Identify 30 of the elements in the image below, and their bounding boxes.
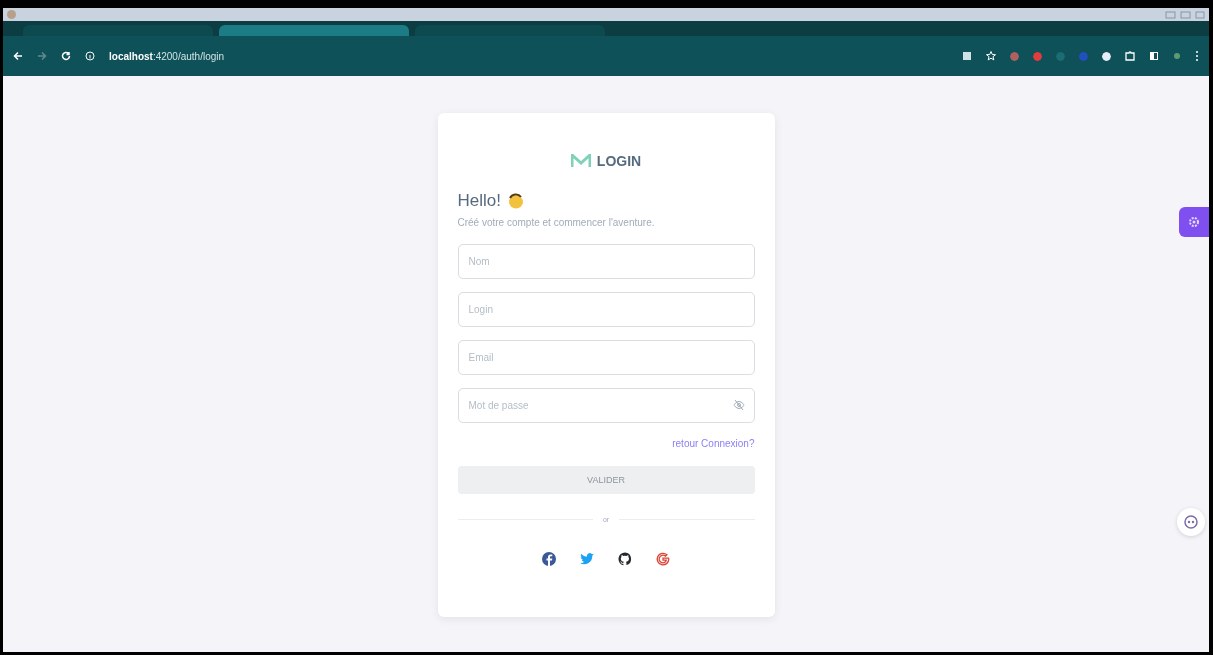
browser-icon [7,10,16,19]
input-field[interactable]: Login [457,292,755,327]
settings-button[interactable] [1179,207,1209,237]
heading: Hello! [457,191,501,211]
facebook-icon[interactable] [541,551,557,567]
input-field[interactable]: Email [457,340,755,375]
chat-button[interactable] [1177,508,1205,536]
extension-icon[interactable] [1102,51,1111,61]
twitter-icon[interactable] [579,551,595,567]
forward-icon[interactable] [37,51,47,61]
back-to-login-link[interactable]: retour Connexion? [672,438,755,449]
logo-icon [570,154,591,168]
github-icon[interactable] [617,551,633,567]
chat-bot-icon [1184,515,1198,529]
subtitle: Créé votre compte et commencer l'aventure. [457,217,656,228]
logo-text: LOGIN [596,153,642,169]
reload-icon[interactable] [61,51,71,61]
window-controls-icon [1165,10,1205,19]
sidebar-icon[interactable] [1149,51,1159,61]
translate-icon[interactable] [962,51,972,61]
profile-icon[interactable] [1173,52,1181,60]
settings-icon [1188,216,1200,228]
star-icon[interactable] [986,51,996,61]
address-bar[interactable]: localhost:4200/auth/login [109,50,225,62]
menu-icon[interactable] [1195,50,1199,62]
back-icon[interactable] [13,51,23,61]
google-icon[interactable] [655,551,671,567]
password-field[interactable]: Mot de passe [457,388,755,423]
input-field[interactable]: Nom [457,244,755,279]
info-icon[interactable] [85,51,95,61]
